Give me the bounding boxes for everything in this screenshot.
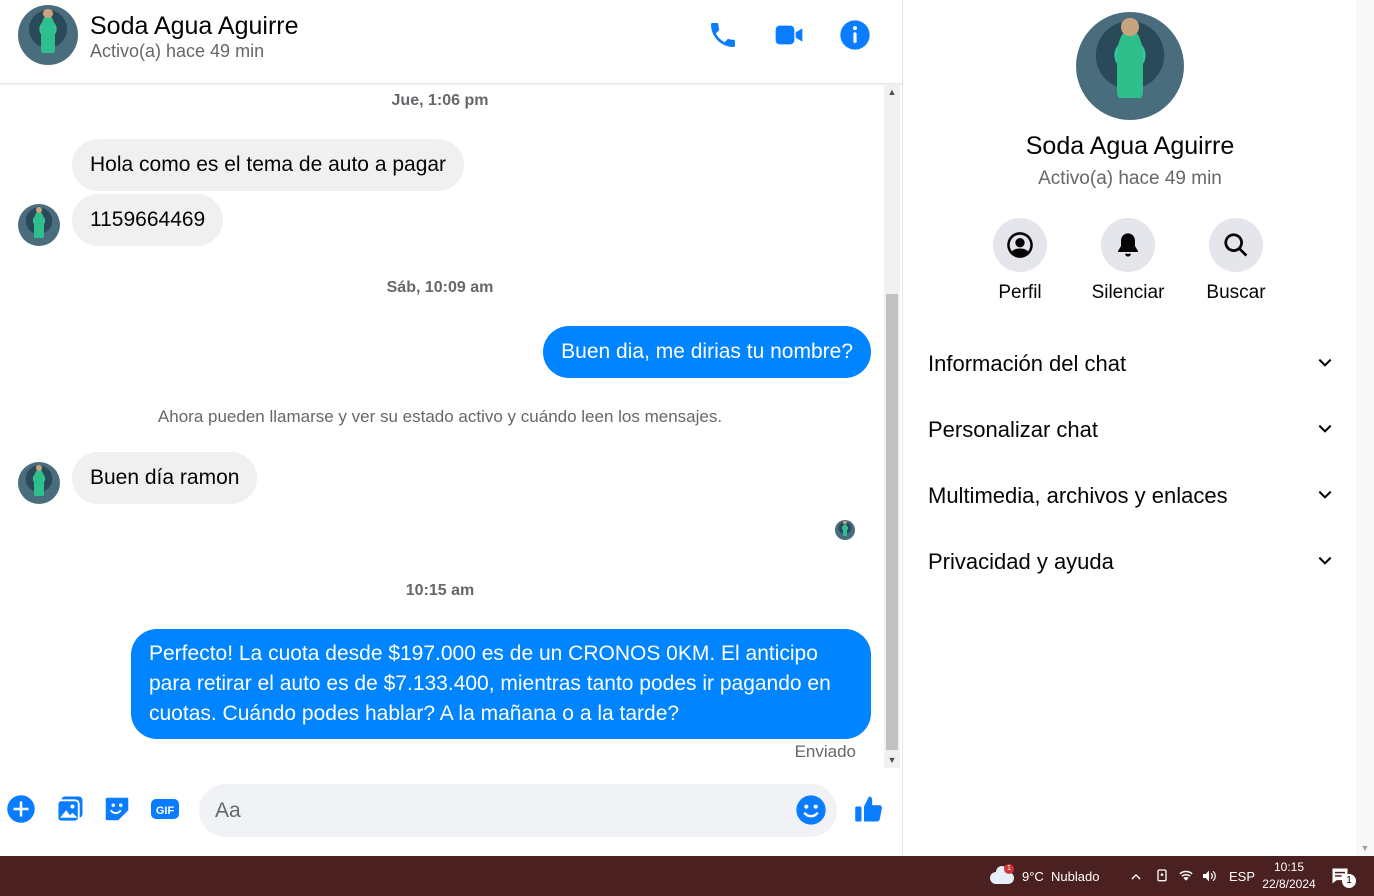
gif-label: GIF: [156, 805, 175, 817]
windows-taskbar: 1 9°C Nublado ESP 10:15 22/8/2024 1: [0, 856, 1374, 896]
wifi-icon[interactable]: [1178, 856, 1194, 896]
profile-button[interactable]: Perfil: [980, 218, 1060, 304]
chevron-down-icon[interactable]: [1314, 353, 1336, 375]
search-icon[interactable]: [1209, 218, 1263, 272]
messenger-window: Soda Agua Aguirre Activo(a) hace 49 min …: [0, 0, 1374, 856]
chat-scrollbar[interactable]: ▲ ▼: [884, 84, 900, 768]
volume-icon[interactable]: [1201, 856, 1217, 896]
composer: GIF: [0, 768, 903, 856]
notification-center[interactable]: 1: [1330, 866, 1356, 888]
chevron-down-icon[interactable]: [1314, 551, 1336, 573]
timestamp: Jue, 1:06 pm: [391, 92, 489, 109]
chevron-down-icon[interactable]: [1314, 419, 1336, 441]
system-notice: Ahora pueden llamarse y ver su estado ac…: [157, 407, 723, 426]
page-scrollbar[interactable]: ▼: [1356, 0, 1374, 856]
scroll-down-icon[interactable]: ▼: [884, 752, 900, 768]
search-button[interactable]: Buscar: [1196, 218, 1276, 304]
info-icon[interactable]: [838, 18, 872, 52]
info-avatar[interactable]: [1076, 12, 1184, 120]
weather-text: 9°C Nublado: [1022, 868, 1100, 884]
contact-avatar-small[interactable]: [18, 462, 60, 504]
scroll-up-icon[interactable]: ▲: [884, 84, 900, 100]
message-incoming[interactable]: Buen día ramon: [72, 452, 258, 504]
like-icon[interactable]: [852, 792, 886, 826]
weather-widget[interactable]: 1 9°C Nublado: [990, 856, 1099, 896]
bell-icon[interactable]: [1101, 218, 1155, 272]
timestamp: 10:15 am: [405, 582, 475, 599]
profile-icon[interactable]: [993, 218, 1047, 272]
scroll-thumb[interactable]: [886, 294, 898, 750]
weather-badge: 1: [1004, 864, 1014, 874]
chevron-up-icon[interactable]: [1128, 868, 1144, 884]
chat-header: Soda Agua Aguirre Activo(a) hace 49 min: [0, 0, 903, 84]
contact-avatar[interactable]: [18, 5, 78, 65]
info-contact-name: Soda Agua Aguirre: [1025, 132, 1235, 160]
profile-label: Perfil: [998, 282, 1042, 303]
chat-info-panel: Soda Agua Aguirre Activo(a) hace 49 min …: [904, 0, 1356, 856]
message-input[interactable]: [215, 794, 775, 828]
meet-icon[interactable]: [1154, 856, 1170, 896]
emoji-icon[interactable]: [795, 794, 827, 826]
message-outgoing[interactable]: Perfecto! La cuota desde $197.000 es de …: [131, 629, 871, 739]
image-icon[interactable]: [53, 792, 87, 826]
gif-icon[interactable]: GIF: [148, 792, 182, 826]
section-label: Información del chat: [928, 351, 1127, 376]
plus-icon[interactable]: [4, 792, 38, 826]
seen-avatar-icon: [835, 520, 855, 540]
chat-pane: Soda Agua Aguirre Activo(a) hace 49 min …: [0, 0, 903, 856]
mute-button[interactable]: Silenciar: [1088, 218, 1168, 304]
phone-icon[interactable]: [706, 18, 740, 52]
sent-status: Enviado: [794, 742, 856, 761]
sticker-icon[interactable]: [100, 792, 134, 826]
video-icon[interactable]: [772, 18, 806, 52]
notification-badge: 1: [1342, 874, 1356, 888]
info-contact-status: Activo(a) hace 49 min: [1038, 168, 1222, 189]
section-label: Multimedia, archivos y enlaces: [928, 483, 1228, 508]
section-privacy[interactable]: Privacidad y ayuda: [928, 542, 1336, 582]
section-label: Personalizar chat: [928, 417, 1098, 442]
contact-avatar-small[interactable]: [18, 204, 60, 246]
scroll-down-icon[interactable]: ▼: [1356, 840, 1374, 856]
contact-status: Activo(a) hace 49 min: [90, 41, 265, 61]
clock-date: 22/8/2024: [1262, 877, 1316, 891]
search-label: Buscar: [1206, 282, 1266, 303]
section-label: Privacidad y ayuda: [928, 549, 1114, 574]
section-customize[interactable]: Personalizar chat: [928, 410, 1336, 450]
message-input-box[interactable]: [199, 784, 837, 837]
message-outgoing[interactable]: Buen dia, me dirias tu nombre?: [543, 326, 871, 378]
clock-time: 10:15: [1273, 860, 1305, 874]
section-chat-info[interactable]: Información del chat: [928, 344, 1336, 384]
chevron-down-icon[interactable]: [1314, 485, 1336, 507]
cloud-icon: 1: [990, 864, 1016, 886]
mute-label: Silenciar: [1091, 282, 1165, 303]
section-media[interactable]: Multimedia, archivos y enlaces: [928, 476, 1336, 516]
language-indicator[interactable]: ESP: [1229, 856, 1255, 896]
contact-name[interactable]: Soda Agua Aguirre: [90, 12, 299, 41]
message-incoming[interactable]: Hola como es el tema de auto a pagar: [72, 139, 465, 191]
message-list[interactable]: Jue, 1:06 pm Hola como es el tema de aut…: [0, 84, 884, 768]
show-hidden-icons[interactable]: [1128, 856, 1144, 896]
timestamp: Sáb, 10:09 am: [386, 279, 494, 296]
message-incoming[interactable]: 1159664469: [72, 194, 224, 246]
clock[interactable]: 10:15 22/8/2024: [1258, 859, 1320, 893]
